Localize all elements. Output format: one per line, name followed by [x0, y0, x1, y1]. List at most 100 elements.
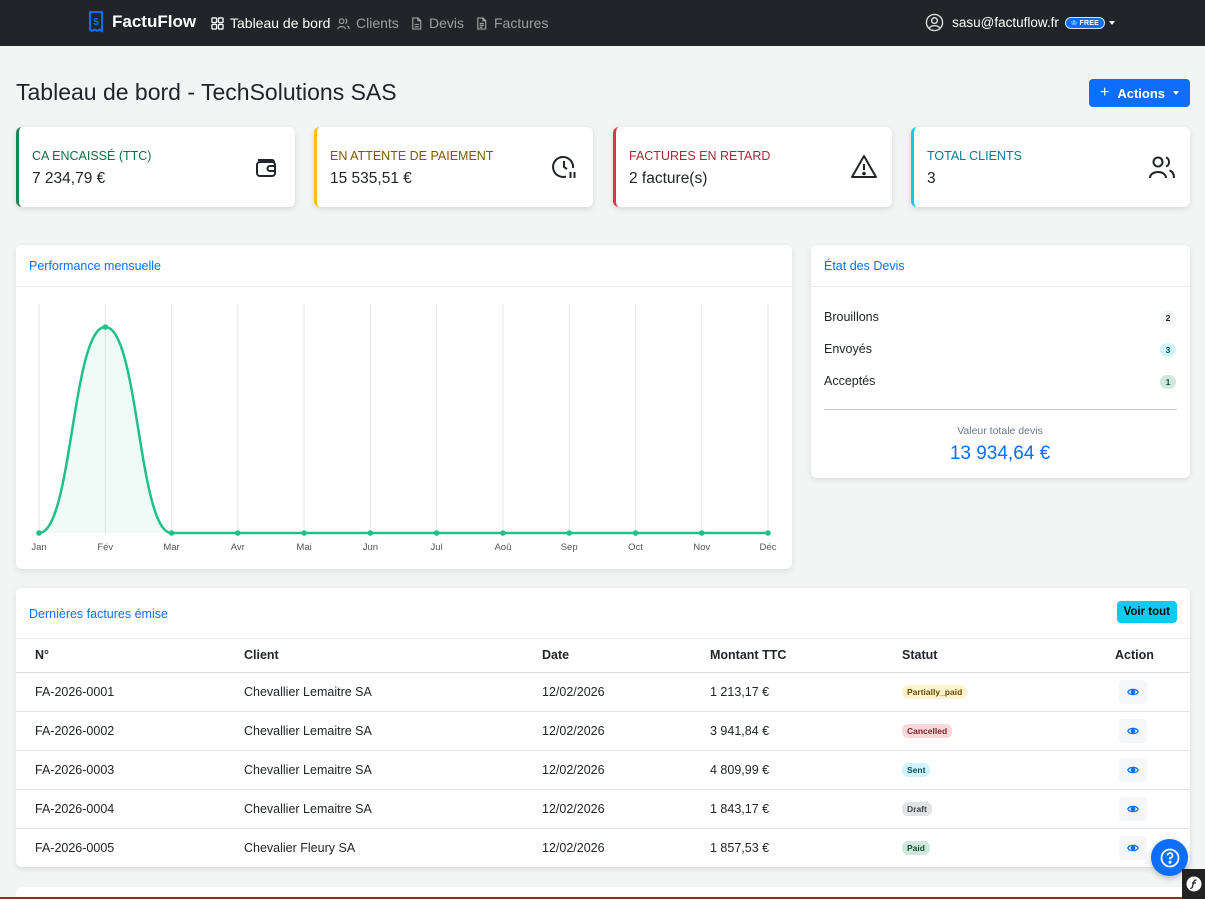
wallet-icon — [256, 159, 276, 177]
data-point[interactable] — [102, 324, 109, 330]
invoice-client: Chevallier Lemaitre SA — [225, 711, 523, 751]
invoices-table: N° Client Date Montant TTC Statut Action… — [16, 639, 1190, 867]
invoice-client: Chevallier Lemaitre SA — [225, 750, 523, 790]
symfony-icon — [1186, 876, 1201, 892]
chevron-down-icon — [1173, 91, 1179, 95]
invoice-action-cell — [1096, 711, 1190, 751]
nav-factures[interactable]: Factures — [475, 15, 548, 31]
view-invoice-button[interactable] — [1119, 679, 1147, 704]
nav-factures-label: Factures — [494, 15, 549, 31]
performance-chart-svg: Jan Fév Mar Avr Mai Jun Jul Aoû Sep Oct Nov Déc — [31, 304, 777, 553]
nav-clients[interactable]: Clients — [337, 15, 399, 31]
x-tick-label: Fév — [97, 542, 113, 553]
user-email: sasu@factuflow.fr — [952, 15, 1059, 30]
invoice-date: 12/02/2026 — [523, 750, 691, 790]
file-text-icon — [477, 16, 487, 30]
x-tick-label: Avr — [231, 542, 245, 553]
file-icon — [412, 16, 422, 30]
data-point[interactable] — [36, 530, 42, 536]
devis-label: Envoyés — [824, 342, 872, 356]
performance-chart: Jan Fév Mar Avr Mai Jun Jul Aoû Sep Oct Nov Déc — [16, 288, 792, 568]
actions-button[interactable]: + Actions — [1089, 79, 1190, 107]
symfony-toolbar-toggle[interactable] — [1182, 869, 1205, 899]
eye-icon — [1127, 805, 1139, 812]
performance-panel: Performance mensuelle Jan Fév Mar Avr Mai Jun… — [16, 245, 792, 569]
table-row: FA-2026-0003 Chevallier Lemaitre SA 12/02/… — [16, 750, 1190, 790]
actions-label: Actions — [1117, 85, 1165, 101]
clock-pause-icon — [552, 156, 576, 178]
table-row: FA-2026-0005 Chevalier Fleury SA 12/02/202… — [16, 828, 1190, 867]
invoices-title: Dernières factures émise Voir tout — [16, 588, 1190, 639]
plus-icon: + — [1099, 84, 1110, 101]
invoice-action-cell — [1096, 789, 1190, 829]
x-tick-label: Mar — [163, 542, 179, 553]
invoice-client: Chevallier Lemaitre SA — [225, 672, 523, 712]
devis-total-label: Valeur totale devis — [957, 425, 1043, 437]
nav-dashboard[interactable]: Tableau de bord — [211, 15, 330, 31]
invoice-action-cell — [1096, 750, 1190, 790]
data-point[interactable] — [765, 530, 771, 536]
x-tick-label: Déc — [760, 542, 777, 553]
invoices-panel: Dernières factures émise Voir tout N° Cl… — [16, 588, 1190, 867]
stat-label: FACTURES EN RETARD — [629, 149, 771, 163]
page-title: Tableau de bord - TechSolutions SAS — [16, 79, 397, 105]
data-point[interactable] — [500, 530, 506, 536]
eye-icon — [1127, 727, 1139, 734]
invoice-number: FA-2026-0005 — [35, 840, 115, 855]
stat-value: 7 234,79 € — [32, 170, 106, 187]
data-point[interactable] — [566, 530, 572, 536]
invoice-status-cell: Sent — [883, 750, 1096, 790]
invoice-client: Chevallier Lemaitre SA — [225, 789, 523, 829]
count-badge: 1 — [1160, 375, 1176, 389]
view-invoice-button[interactable] — [1119, 835, 1147, 860]
data-point[interactable] — [632, 530, 639, 536]
user-menu[interactable]: sasu@factuflow.fr ♔ FREE — [925, 13, 1115, 32]
invoice-date: 12/02/2026 — [523, 789, 691, 829]
invoice-amount: 1 213,17 € — [691, 672, 883, 712]
invoice-amount: 4 809,99 € — [691, 750, 883, 790]
invoice-amount: 1 843,17 € — [691, 789, 883, 829]
status-badge: Partially_paid — [902, 685, 968, 699]
stat-label: EN ATTENTE DE PAIEMENT — [330, 149, 494, 163]
eye-icon — [1127, 844, 1139, 852]
x-tick-label: Aoû — [494, 542, 511, 553]
status-badge: Sent — [902, 763, 931, 777]
navbar: $ FactuFlow Tableau de bord Clients Devi… — [0, 0, 1205, 46]
view-invoice-button[interactable] — [1119, 757, 1147, 782]
invoice-number: FA-2026-0002 — [16, 711, 225, 751]
col-header: N° — [16, 639, 225, 673]
view-invoice-button[interactable] — [1119, 796, 1147, 821]
x-tick-label: Mai — [296, 542, 311, 553]
stat-card-overdue: FACTURES EN RETARD 2 facture(s) — [613, 127, 892, 207]
data-point[interactable] — [367, 530, 374, 536]
invoice-amount: 3 941,84 € — [691, 711, 883, 751]
col-header: Date — [523, 639, 691, 673]
data-point[interactable] — [698, 530, 705, 536]
invoice-status-cell: Partially_paid — [883, 672, 1096, 712]
dashboard-icon — [211, 16, 224, 30]
eye-icon — [1127, 688, 1139, 695]
brand[interactable]: $ FactuFlow — [88, 11, 196, 33]
devis-panel: État des Devis Brouillons 2 Envoyés 3 Ac… — [811, 245, 1190, 478]
users-icon — [337, 17, 350, 29]
stat-value: 15 535,51 € — [330, 170, 412, 187]
data-point[interactable] — [235, 530, 241, 536]
help-icon — [1160, 848, 1179, 867]
svg-text:$: $ — [93, 17, 99, 28]
invoice-date: 12/02/2026 — [542, 840, 605, 855]
status-badge: Cancelled — [902, 724, 953, 738]
devis-label: Brouillons — [824, 310, 879, 324]
chevron-down-icon — [1109, 20, 1115, 25]
count-badge: 3 — [1160, 343, 1176, 357]
stat-card-revenue: CA ENCAISSÉ (TTC) 7 234,79 € — [16, 127, 295, 207]
data-point[interactable] — [433, 530, 440, 536]
table-row: FA-2026-0004 Chevallier Lemaitre SA 12/02/… — [16, 789, 1190, 829]
data-point[interactable] — [301, 530, 307, 536]
col-header: Client — [225, 639, 523, 673]
nav-devis[interactable]: Devis — [410, 15, 464, 31]
view-all-button[interactable]: Voir tout — [1116, 601, 1177, 623]
table-row: FA-2026-0002 Chevallier Lemaitre SA 12/02/… — [16, 711, 1190, 751]
invoices-title-text: Dernières factures émise — [29, 607, 168, 621]
view-invoice-button[interactable] — [1119, 718, 1147, 743]
data-point[interactable] — [168, 530, 175, 536]
